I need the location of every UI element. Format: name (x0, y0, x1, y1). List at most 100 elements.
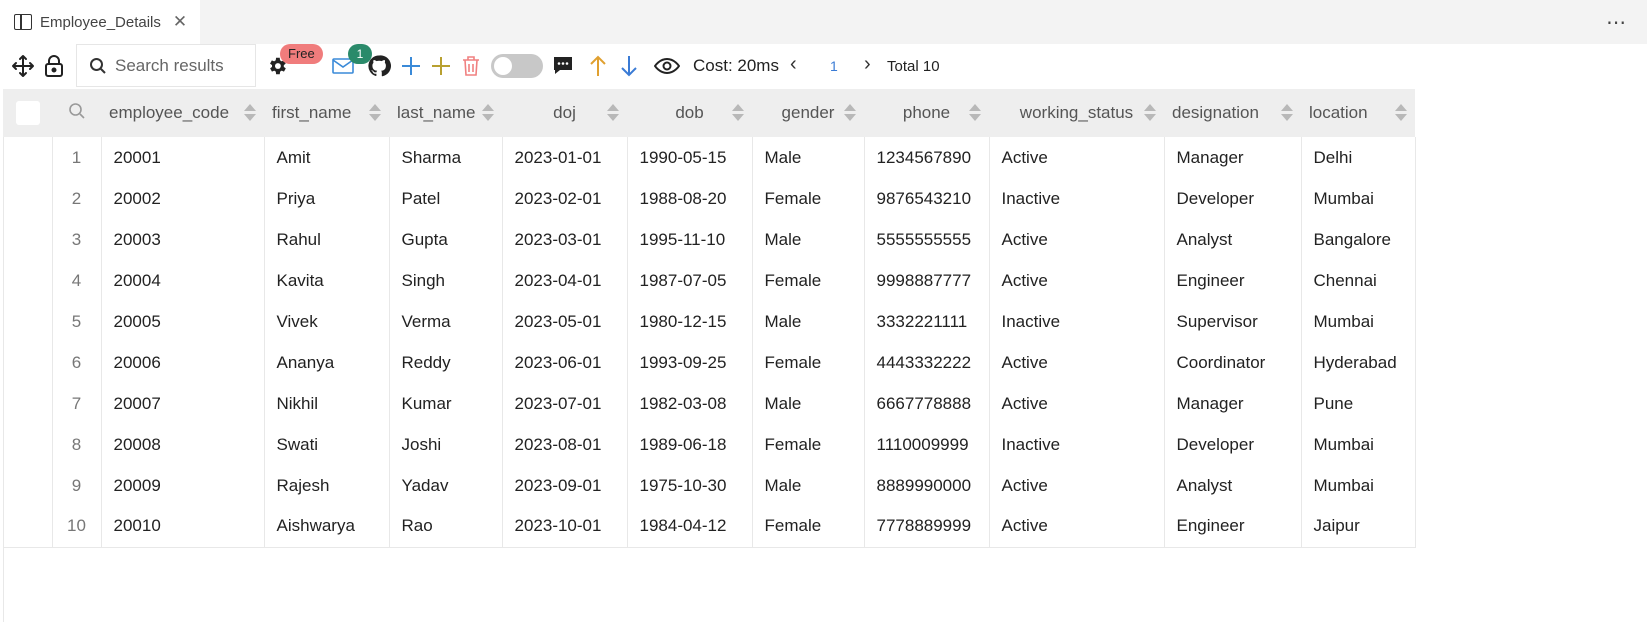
table-cell-dob[interactable]: 1989-06-18 (627, 424, 753, 465)
table-cell-location[interactable]: Mumbai (1301, 465, 1416, 506)
table-cell-employee-code[interactable]: 20001 (101, 137, 265, 178)
table-cell-gender[interactable]: Female (752, 342, 865, 383)
table-cell-last-name[interactable]: Yadav (389, 465, 503, 506)
table-cell-gender[interactable]: Male (752, 301, 865, 342)
table-cell-working-status[interactable]: Inactive (989, 301, 1165, 342)
column-header-phone[interactable]: phone (864, 89, 989, 137)
table-cell-last-name[interactable]: Patel (389, 178, 503, 219)
table-cell-last-name[interactable]: Singh (389, 260, 503, 301)
table-cell-designation[interactable]: Developer (1164, 424, 1302, 465)
table-cell-location[interactable]: Mumbai (1301, 301, 1416, 342)
table-cell-first-name[interactable]: Ananya (264, 342, 390, 383)
table-cell-working-status[interactable]: Active (989, 260, 1165, 301)
sort-icon[interactable] (969, 104, 981, 122)
sort-icon[interactable] (482, 104, 494, 122)
column-header-employee-code[interactable]: employee_code (101, 89, 264, 137)
sort-icon[interactable] (369, 104, 381, 122)
comment-icon[interactable] (550, 44, 576, 88)
eye-icon[interactable] (652, 44, 682, 88)
table-cell-dob[interactable]: 1987-07-05 (627, 260, 753, 301)
table-cell-phone[interactable]: 6667778888 (864, 383, 990, 424)
table-cell-working-status[interactable]: Active (989, 137, 1165, 178)
github-icon[interactable] (366, 44, 392, 88)
table-cell-employee-code[interactable]: 20002 (101, 178, 265, 219)
table-cell-working-status[interactable]: Active (989, 465, 1165, 506)
table-cell-working-status[interactable]: Inactive (989, 178, 1165, 219)
search-field[interactable] (76, 44, 256, 87)
table-row[interactable]: 8 20008 Swati Joshi 2023-08-01 1989-06-18 Fema… (3, 424, 1416, 465)
table-cell-first-name[interactable]: Rahul (264, 219, 390, 260)
table-cell-gender[interactable]: Male (752, 219, 865, 260)
current-page[interactable]: 1 (830, 58, 838, 74)
sort-icon[interactable] (607, 104, 619, 122)
row-select-cell[interactable] (3, 178, 53, 219)
table-cell-gender[interactable]: Male (752, 383, 865, 424)
toggle-switch[interactable] (491, 54, 543, 78)
row-select-cell[interactable] (3, 301, 53, 342)
table-cell-location[interactable]: Mumbai (1301, 178, 1416, 219)
table-cell-employee-code[interactable]: 20009 (101, 465, 265, 506)
table-cell-doj[interactable]: 2023-10-01 (502, 506, 628, 548)
table-cell-first-name[interactable]: Swati (264, 424, 390, 465)
add-row-icon[interactable] (398, 44, 424, 88)
table-cell-location[interactable]: Mumbai (1301, 424, 1416, 465)
table-cell-first-name[interactable]: Kavita (264, 260, 390, 301)
table-cell-designation[interactable]: Engineer (1164, 506, 1302, 548)
row-select-cell[interactable] (3, 465, 53, 506)
next-page-button[interactable]: › (864, 53, 871, 76)
table-cell-phone[interactable]: 5555555555 (864, 219, 990, 260)
select-all-checkbox[interactable] (3, 89, 52, 137)
table-row[interactable]: 3 20003 Rahul Gupta 2023-03-01 1995-11-10 Male… (3, 219, 1416, 260)
sort-icon[interactable] (1144, 104, 1156, 122)
table-cell-dob[interactable]: 1990-05-15 (627, 137, 753, 178)
row-select-cell[interactable] (3, 137, 53, 178)
column-header-first-name[interactable]: first_name (264, 89, 389, 137)
lock-icon[interactable] (40, 44, 68, 88)
table-cell-last-name[interactable]: Rao (389, 506, 503, 548)
table-cell-phone[interactable]: 7778889999 (864, 506, 990, 548)
add-column-icon[interactable] (428, 44, 454, 88)
table-cell-last-name[interactable]: Kumar (389, 383, 503, 424)
table-cell-employee-code[interactable]: 20010 (101, 506, 265, 548)
table-row[interactable]: 7 20007 Nikhil Kumar 2023-07-01 1982-03-08 Mal… (3, 383, 1416, 424)
table-cell-designation[interactable]: Manager (1164, 383, 1302, 424)
table-cell-first-name[interactable]: Amit (264, 137, 390, 178)
table-cell-last-name[interactable]: Sharma (389, 137, 503, 178)
table-cell-phone[interactable]: 4443332222 (864, 342, 990, 383)
table-cell-designation[interactable]: Developer (1164, 178, 1302, 219)
close-icon[interactable]: ✕ (173, 12, 187, 32)
table-cell-phone[interactable]: 3332221111 (864, 301, 990, 342)
table-cell-first-name[interactable]: Nikhil (264, 383, 390, 424)
table-cell-designation[interactable]: Analyst (1164, 465, 1302, 506)
table-cell-phone[interactable]: 1234567890 (864, 137, 990, 178)
previous-page-button[interactable]: ‹ (790, 53, 797, 76)
sort-icon[interactable] (244, 104, 256, 122)
trash-icon[interactable] (458, 44, 484, 88)
table-cell-employee-code[interactable]: 20003 (101, 219, 265, 260)
table-cell-location[interactable]: Jaipur (1301, 506, 1416, 548)
table-row[interactable]: 1 20001 Amit Sharma 2023-01-01 1990-05-15 Male… (3, 137, 1416, 178)
arrow-up-icon[interactable] (585, 44, 611, 88)
sort-icon[interactable] (1281, 104, 1293, 122)
table-cell-doj[interactable]: 2023-07-01 (502, 383, 628, 424)
table-cell-phone[interactable]: 9998887777 (864, 260, 990, 301)
table-cell-designation[interactable]: Coordinator (1164, 342, 1302, 383)
table-row[interactable]: 9 20009 Rajesh Yadav 2023-09-01 1975-10-30 Mal… (3, 465, 1416, 506)
tab-employee-details[interactable]: Employee_Details ✕ (0, 0, 200, 44)
column-header-last-name[interactable]: last_name (389, 89, 502, 137)
table-cell-last-name[interactable]: Joshi (389, 424, 503, 465)
column-header-location[interactable]: location (1301, 89, 1415, 137)
table-cell-gender[interactable]: Female (752, 424, 865, 465)
table-cell-employee-code[interactable]: 20004 (101, 260, 265, 301)
table-cell-working-status[interactable]: Active (989, 383, 1165, 424)
table-cell-employee-code[interactable]: 20008 (101, 424, 265, 465)
table-cell-location[interactable]: Delhi (1301, 137, 1416, 178)
table-cell-designation[interactable]: Manager (1164, 137, 1302, 178)
table-cell-working-status[interactable]: Inactive (989, 424, 1165, 465)
table-cell-first-name[interactable]: Aishwarya (264, 506, 390, 548)
table-cell-doj[interactable]: 2023-08-01 (502, 424, 628, 465)
sort-icon[interactable] (844, 104, 856, 122)
table-cell-last-name[interactable]: Gupta (389, 219, 503, 260)
column-header-gender[interactable]: gender (752, 89, 864, 137)
column-header-designation[interactable]: designation (1164, 89, 1301, 137)
